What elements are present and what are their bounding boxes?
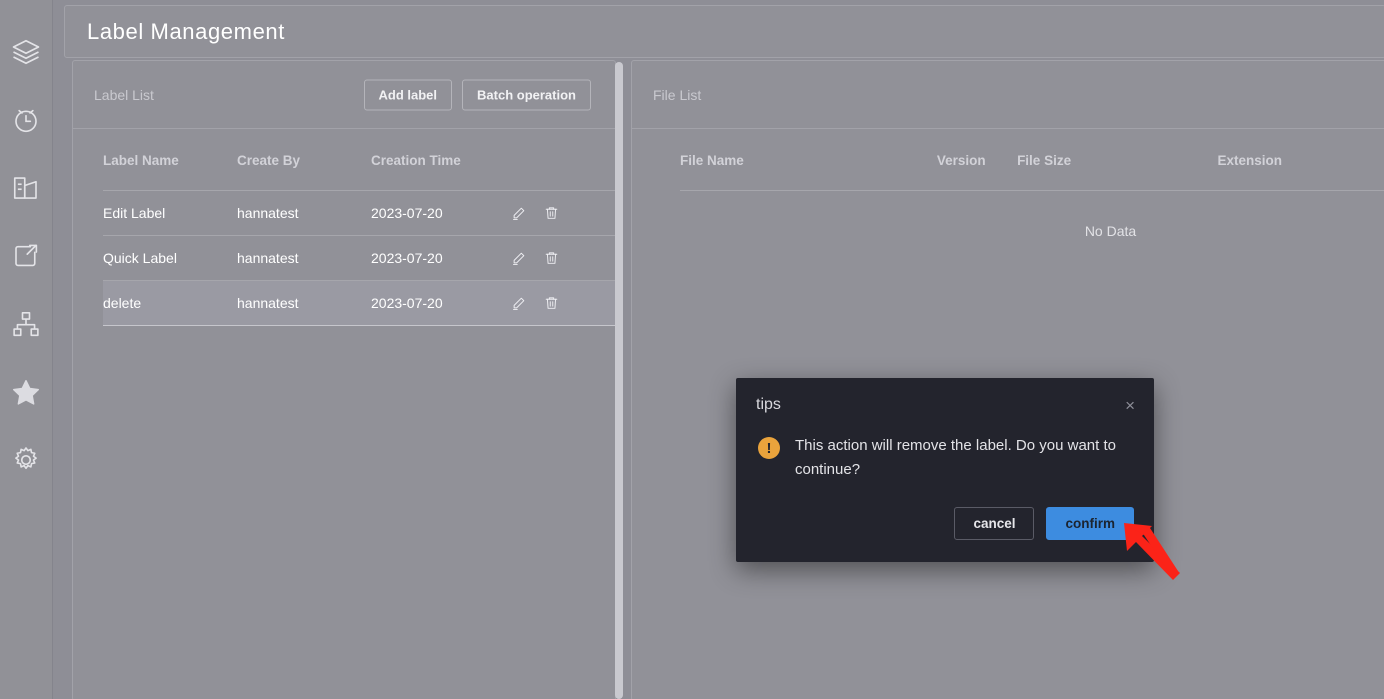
label-table: Label Name Create By Creation Time Edit … <box>103 129 615 326</box>
label-table-wrap: Label Name Create By Creation Time Edit … <box>73 129 615 326</box>
label-list-panel-header: Label List Add label Batch operation <box>73 61 615 129</box>
cancel-button[interactable]: cancel <box>954 506 1035 541</box>
cell-creation-time: 2023-07-20 <box>371 235 511 281</box>
app-root: Label Management Label List Add label Ba… <box>0 0 1384 699</box>
cell-create-by: hannatest <box>237 280 371 326</box>
file-list-title: File List <box>653 86 702 103</box>
table-row[interactable]: Edit Label hannatest 2023-07-20 <box>103 190 615 236</box>
label-list-actions: Add label Batch operation <box>363 79 591 110</box>
add-label-button[interactable]: Add label <box>363 79 453 110</box>
share-export-icon <box>11 241 41 271</box>
cell-label-name: Quick Label <box>103 235 237 281</box>
page-title: Label Management <box>87 18 285 44</box>
column-header-extension: Extension <box>1217 129 1384 191</box>
gear-icon <box>11 445 41 475</box>
file-table: File Name Version File Size Extension <box>680 129 1384 191</box>
column-header-label-name: Label Name <box>103 129 237 191</box>
confirm-dialog: tips × ! This action will remove the lab… <box>736 378 1154 563</box>
dialog-body: ! This action will remove the label. Do … <box>736 418 1154 489</box>
table-row[interactable]: delete hannatest 2023-07-20 <box>103 280 615 326</box>
clock-icon <box>11 105 41 135</box>
column-header-create-by: Create By <box>237 129 371 191</box>
column-header-file-size: File Size <box>1017 129 1218 191</box>
page-header: Label Management <box>64 5 1384 58</box>
label-table-header-row: Label Name Create By Creation Time <box>103 129 615 191</box>
sidebar-item-structure[interactable] <box>2 290 50 358</box>
file-table-header-row: File Name Version File Size Extension <box>680 129 1384 191</box>
column-header-version: Version <box>936 129 1018 191</box>
sidebar-item-history[interactable] <box>2 86 50 154</box>
edit-label-button[interactable] <box>511 206 526 221</box>
star-icon <box>11 377 41 407</box>
file-table-wrap: File Name Version File Size Extension No… <box>632 129 1384 239</box>
sitemap-icon <box>11 309 41 339</box>
edit-label-button[interactable] <box>511 251 526 266</box>
warning-exclamation-icon: ! <box>758 437 780 459</box>
trash-icon <box>544 250 559 266</box>
delete-label-button[interactable] <box>544 295 559 311</box>
confirm-button[interactable]: confirm <box>1046 506 1134 541</box>
sidebar-item-statistics[interactable] <box>2 154 50 222</box>
label-list-panel: Label List Add label Batch operation Lab… <box>72 60 616 699</box>
cell-label-name: delete <box>103 280 237 326</box>
dialog-header: tips × <box>736 378 1154 418</box>
delete-label-button[interactable] <box>544 250 559 266</box>
file-table-empty-state: No Data <box>1084 223 1137 239</box>
edit-label-button[interactable] <box>511 296 526 311</box>
cell-create-by: hannatest <box>237 190 371 236</box>
trash-icon <box>544 295 559 311</box>
label-list-title: Label List <box>94 86 154 103</box>
dialog-title: tips <box>756 396 781 413</box>
dialog-message: This action will remove the label. Do yo… <box>795 437 1116 479</box>
file-list-panel-header: File List <box>632 61 1384 129</box>
dialog-footer: cancel confirm <box>736 489 1154 563</box>
left-sidebar <box>0 0 53 699</box>
label-table-body: Edit Label hannatest 2023-07-20 Quick La… <box>103 190 615 326</box>
sidebar-item-settings[interactable] <box>2 426 50 494</box>
cell-label-name: Edit Label <box>103 190 237 236</box>
table-row[interactable]: Quick Label hannatest 2023-07-20 <box>103 235 615 281</box>
trash-icon <box>544 205 559 221</box>
main-content: Label Management Label List Add label Ba… <box>53 0 1384 699</box>
sidebar-item-layers[interactable] <box>2 18 50 86</box>
close-icon[interactable]: × <box>1120 394 1140 417</box>
chart-building-icon <box>11 173 41 203</box>
layers-icon <box>11 37 41 67</box>
edit-icon <box>511 296 526 311</box>
edit-icon <box>511 251 526 266</box>
column-header-actions <box>511 129 615 191</box>
sidebar-item-share[interactable] <box>2 222 50 290</box>
column-header-file-name: File Name <box>680 129 937 191</box>
sidebar-item-favorites[interactable] <box>2 358 50 426</box>
cell-actions <box>511 190 615 236</box>
cell-create-by: hannatest <box>237 235 371 281</box>
delete-label-button[interactable] <box>544 205 559 221</box>
cell-actions <box>511 235 615 281</box>
cell-creation-time: 2023-07-20 <box>371 280 511 326</box>
cell-creation-time: 2023-07-20 <box>371 190 511 236</box>
batch-operation-button[interactable]: Batch operation <box>462 79 591 110</box>
cell-actions <box>511 280 615 326</box>
column-header-creation-time: Creation Time <box>371 129 511 191</box>
edit-icon <box>511 206 526 221</box>
vertical-scrollbar[interactable] <box>615 62 623 699</box>
